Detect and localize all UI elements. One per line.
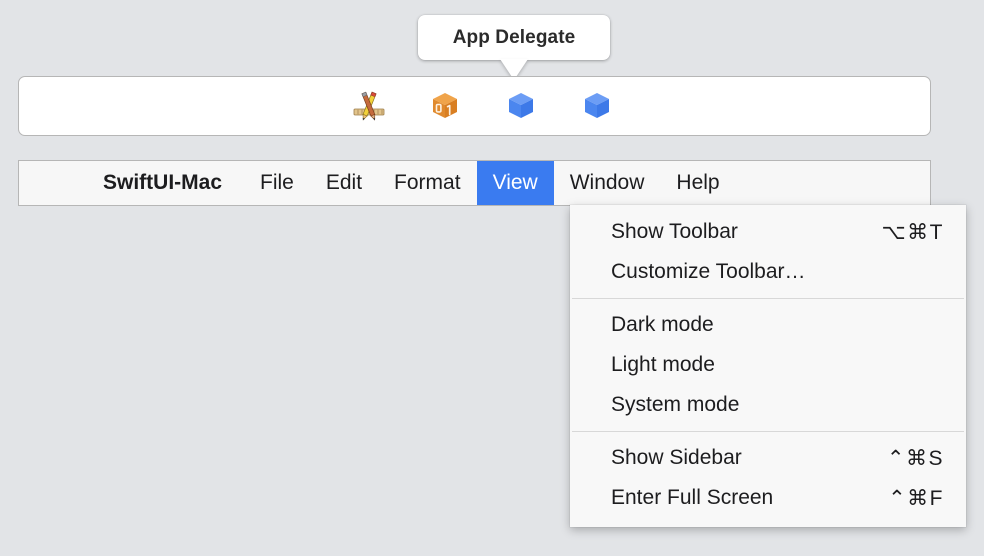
tooltip-popover: App Delegate — [418, 15, 610, 60]
menu-item-shortcut: ⌥⌘T — [881, 220, 944, 245]
menu-item-show-toolbar[interactable]: Show Toolbar ⌥⌘T — [570, 212, 966, 252]
menu-bar-item-help[interactable]: Help — [660, 161, 735, 205]
menu-bar-item-label: SwiftUI-Mac — [103, 171, 222, 195]
menu-bar-item-swiftui-mac[interactable]: SwiftUI-Mac — [85, 161, 244, 205]
menu-bar-item-edit[interactable]: Edit — [310, 161, 378, 205]
menu-item-label: Show Sidebar — [611, 446, 742, 470]
toolbar — [18, 76, 931, 136]
orange-cube-icon-glyph — [428, 89, 462, 123]
view-dropdown-menu: Show Toolbar ⌥⌘T Customize Toolbar… Dark… — [570, 205, 966, 527]
menu-item-label: Enter Full Screen — [611, 486, 773, 510]
tooltip-label: App Delegate — [453, 27, 576, 49]
menu-bar-item-label: Help — [676, 171, 719, 195]
menu-bar-item-label: View — [493, 171, 538, 195]
menu-separator — [572, 431, 964, 432]
toolbar-icon-group — [349, 86, 617, 126]
menu-item-label: Light mode — [611, 353, 715, 377]
menu-item-dark-mode[interactable]: Dark mode — [570, 305, 966, 345]
menu-bar-item-label: Edit — [326, 171, 362, 195]
blue-cube-icon-2[interactable] — [577, 86, 617, 126]
menu-bar-item-file[interactable]: File — [244, 161, 310, 205]
xcode-icon[interactable] — [349, 86, 389, 126]
menu-bar: SwiftUI-Mac File Edit Format View Window… — [18, 160, 931, 206]
menu-item-light-mode[interactable]: Light mode — [570, 345, 966, 385]
menu-item-shortcut: ⌃⌘S — [887, 446, 944, 471]
blue-cube-icon-glyph — [504, 89, 538, 123]
menu-item-label: Dark mode — [611, 313, 714, 337]
menu-item-shortcut: ⌃⌘F — [888, 486, 944, 511]
menu-bar-item-label: Format — [394, 171, 461, 195]
menu-item-system-mode[interactable]: System mode — [570, 385, 966, 425]
orange-cube-icon[interactable] — [425, 86, 465, 126]
menu-item-show-sidebar[interactable]: Show Sidebar ⌃⌘S — [570, 438, 966, 478]
menu-bar-item-label: File — [260, 171, 294, 195]
menu-bar-item-window[interactable]: Window — [554, 161, 661, 205]
menu-bar-item-view[interactable]: View — [477, 161, 554, 205]
xcode-icon-glyph — [351, 88, 387, 124]
menu-item-customize-toolbar[interactable]: Customize Toolbar… — [570, 252, 966, 292]
blue-cube-icon-1[interactable] — [501, 86, 541, 126]
menu-item-enter-full-screen[interactable]: Enter Full Screen ⌃⌘F — [570, 478, 966, 518]
menu-item-label: Customize Toolbar… — [611, 260, 806, 284]
menu-separator — [572, 298, 964, 299]
menu-bar-item-format[interactable]: Format — [378, 161, 477, 205]
menu-bar-item-label: Window — [570, 171, 645, 195]
blue-cube-icon-glyph — [580, 89, 614, 123]
menu-item-label: System mode — [611, 393, 739, 417]
menu-item-label: Show Toolbar — [611, 220, 738, 244]
